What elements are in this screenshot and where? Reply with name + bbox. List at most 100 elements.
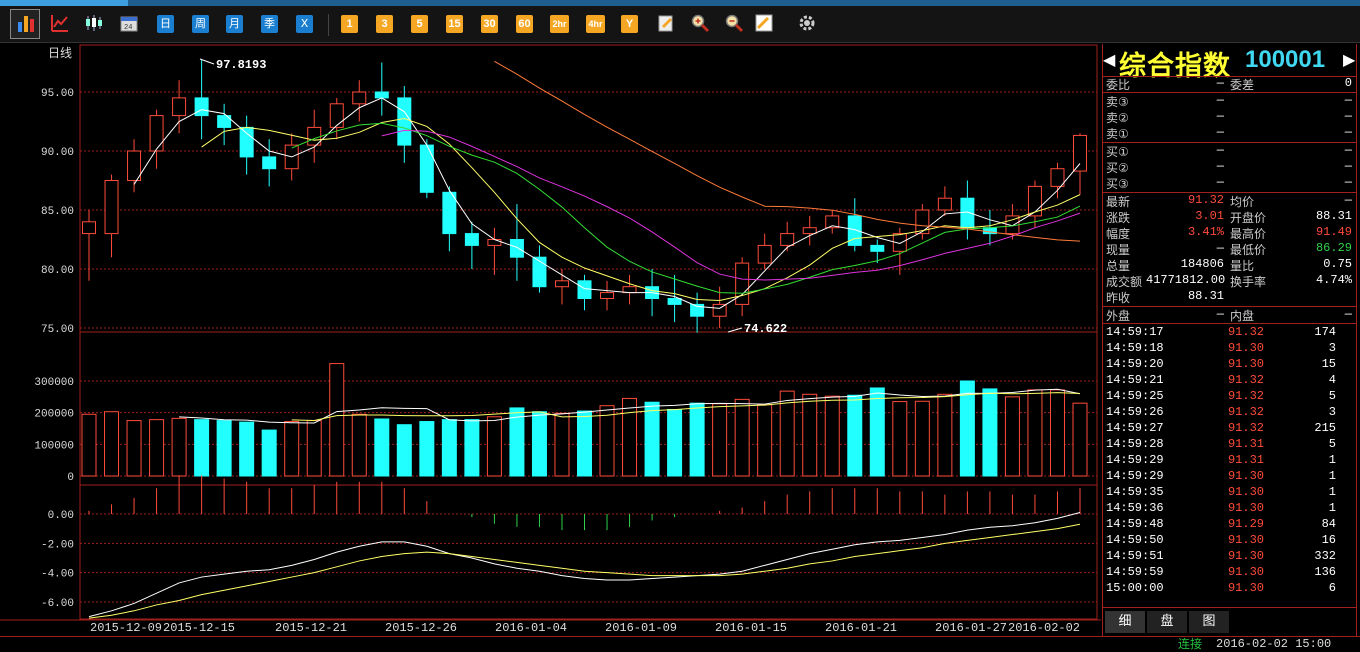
min-1-button[interactable]: 1 <box>341 15 358 33</box>
volume-bar <box>464 419 480 477</box>
line-chart-icon[interactable] <box>50 13 70 32</box>
volume-bar <box>577 410 592 477</box>
candle-body <box>464 233 479 246</box>
date-axis-label: 2015-12-26 <box>385 621 457 635</box>
quote-value: — <box>1344 125 1352 139</box>
price-tick-label: 85.00 <box>41 206 74 218</box>
tick-price: 91.29 <box>1227 517 1264 531</box>
quote-label: 委差 <box>1230 78 1255 92</box>
zoom-in-icon[interactable] <box>690 13 710 33</box>
candle-body <box>960 197 975 229</box>
svg-text:24: 24 <box>124 24 132 32</box>
date-axis-label: 2016-02-02 <box>1008 621 1080 635</box>
volume-bar <box>1049 389 1065 477</box>
prev-symbol-icon[interactable]: ◀ <box>1103 50 1115 69</box>
min-15-button[interactable]: 15 <box>446 15 463 33</box>
volume-bar <box>892 401 908 477</box>
volume-bar <box>1004 396 1020 477</box>
settings-gear-icon[interactable] <box>797 13 817 31</box>
tick-price: 91.30 <box>1227 469 1264 483</box>
zoom-out-icon[interactable] <box>724 13 744 33</box>
quote-value: 4.74% <box>1315 273 1352 287</box>
connection-status: 连接 <box>1177 637 1202 651</box>
candle-body <box>554 280 569 288</box>
period-custom-button[interactable]: X <box>296 15 313 33</box>
tick-price: 91.32 <box>1227 405 1264 419</box>
quote-value: 88.31 <box>1315 209 1352 223</box>
hr-2-button[interactable]: 2hr <box>550 15 569 33</box>
panel-right-border <box>1356 44 1357 636</box>
calendar-icon[interactable]: 24 <box>119 13 139 32</box>
quote-value: — <box>1344 193 1352 207</box>
candle-body <box>667 298 682 305</box>
tick-time: 14:59:26 <box>1106 405 1164 419</box>
tick-time: 14:59:28 <box>1106 437 1164 451</box>
tick-volume: 1 <box>1328 501 1336 515</box>
tick-price: 91.30 <box>1227 341 1264 355</box>
quote-label: 量比 <box>1230 259 1255 273</box>
quote-value: 3.01 <box>1195 209 1224 223</box>
quote-value: — <box>1216 76 1224 90</box>
quote-value: — <box>1344 143 1352 157</box>
tick-price: 91.30 <box>1227 357 1264 371</box>
year-button[interactable]: Y <box>621 15 638 33</box>
tick-price: 91.30 <box>1227 565 1264 579</box>
tick-price: 91.30 <box>1227 533 1264 547</box>
min-3-button[interactable]: 3 <box>376 15 393 33</box>
quote-value: 184806 <box>1180 257 1224 271</box>
period-week-button[interactable]: 周 <box>192 15 209 33</box>
tick-time: 14:59:59 <box>1106 565 1164 579</box>
kline-chart-icon[interactable] <box>10 9 40 39</box>
quote-value: 3.41% <box>1187 225 1224 239</box>
min-5-button[interactable]: 5 <box>411 15 428 33</box>
volume-bar <box>914 400 930 477</box>
date-axis-label: 2016-01-27 <box>935 621 1007 635</box>
period-month-button[interactable]: 月 <box>226 15 243 33</box>
quote-value: — <box>1216 159 1224 173</box>
period-day-button[interactable]: 日 <box>157 15 174 33</box>
tick-price: 91.31 <box>1227 453 1264 467</box>
volume-bar <box>599 405 615 477</box>
status-datetime: 2016-02-02 15:00 <box>1216 637 1332 651</box>
volume-bar <box>239 421 255 477</box>
quote-value: — <box>1216 307 1224 321</box>
volume-bar <box>824 395 840 477</box>
volume-bar <box>396 424 412 477</box>
tick-time: 15:00:00 <box>1106 581 1164 595</box>
volume-bar <box>757 404 773 477</box>
period-quarter-button[interactable]: 季 <box>261 15 278 33</box>
kline-chart[interactable]: 95.00 90.00 85.00 80.00 75.00 300000 200000 100… <box>0 44 1101 638</box>
hr-4-button[interactable]: 4hr <box>586 15 605 33</box>
draw-tool-icon[interactable] <box>754 13 774 32</box>
quote-value: — <box>1344 109 1352 123</box>
tick-price: 91.30 <box>1227 501 1264 515</box>
quote-value: 91.49 <box>1315 225 1352 239</box>
tick-time: 14:59:50 <box>1106 533 1164 547</box>
edit-chart-icon[interactable] <box>656 13 676 32</box>
tab-chart[interactable]: 图 <box>1189 611 1229 633</box>
quote-header: ◀ 综合指数 100001 ▶ <box>1101 44 1357 82</box>
next-symbol-icon[interactable]: ▶ <box>1343 50 1355 69</box>
candle-body <box>735 262 750 305</box>
tab-detail[interactable]: 细 <box>1105 611 1145 633</box>
volume-bar <box>351 413 367 477</box>
min-30-button[interactable]: 30 <box>481 15 498 33</box>
tab-book[interactable]: 盘 <box>1147 611 1187 633</box>
macd-tick-label: -6.00 <box>41 598 74 610</box>
candle-body <box>419 144 434 193</box>
tick-time: 14:59:29 <box>1106 453 1164 467</box>
tick-volume: 6 <box>1328 581 1336 595</box>
tick-price: 91.30 <box>1227 485 1264 499</box>
volume-bar <box>171 417 187 477</box>
candle-body <box>172 97 187 117</box>
tick-price: 91.31 <box>1227 437 1264 451</box>
candle-chart-icon[interactable] <box>84 13 104 31</box>
price-tick-label: 90.00 <box>41 147 74 159</box>
tick-price: 91.32 <box>1227 389 1264 403</box>
volume-tick-label: 200000 <box>34 409 74 421</box>
candle-body <box>104 180 119 235</box>
tick-volume: 5 <box>1328 437 1336 451</box>
min-60-button[interactable]: 60 <box>516 15 533 33</box>
volume-bar <box>644 401 660 477</box>
candle-body <box>487 239 502 246</box>
